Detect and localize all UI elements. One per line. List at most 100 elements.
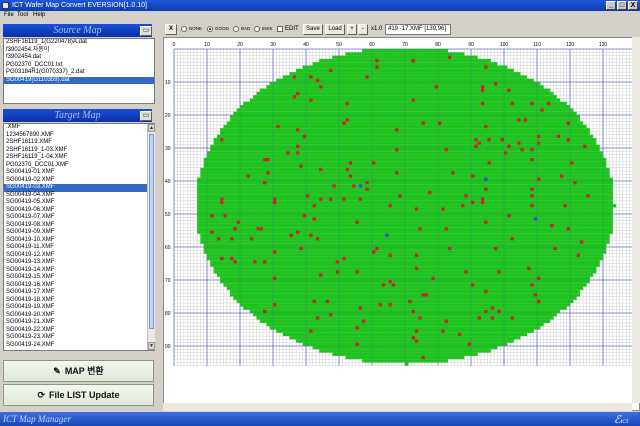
map-toolbar: X NONE GOOD BAD INKE EDIT Save Load + - …	[163, 23, 640, 36]
menu-tool[interactable]: Tool	[17, 11, 28, 20]
x-tick-label: 10	[204, 42, 210, 48]
wafer-map-canvas[interactable]: 0 10 20 30 40 50 60 70 80 90 100 110 120 130 10 20 30 40 5…	[164, 38, 633, 404]
radio-good[interactable]	[207, 26, 213, 32]
wafer-map-view[interactable]: 0 10 20 30 40 50 60 70 80 90 100 110 120 130 10 20 30 40 5…	[163, 37, 640, 411]
list-item[interactable]: f3902454.자동이	[4, 47, 154, 55]
y-tick-label: 30	[165, 146, 171, 152]
map-convert-label: MAP 변환	[64, 366, 104, 376]
list-item[interactable]: SG00419-04.XMF	[4, 192, 154, 200]
map-convert-button[interactable]: ✎ MAP 변환	[3, 360, 154, 382]
list-item[interactable]: SG00419-11.XMF	[4, 244, 154, 252]
x-tick-label: 110	[533, 42, 541, 48]
list-item[interactable]: SG00419-07.XMF	[4, 214, 154, 222]
radio-none[interactable]	[181, 26, 187, 32]
close-button[interactable]: X	[628, 1, 638, 10]
x-tick-label: 20	[237, 42, 243, 48]
scroll-thumb[interactable]	[149, 134, 154, 329]
list-item[interactable]: SG00419-17.XMF	[4, 289, 154, 297]
radio-inke-label: INKE	[262, 26, 273, 31]
file-list-update-label: File LIST Update	[49, 390, 120, 400]
status-text: ICT Map Manager	[3, 414, 71, 424]
x-tick-label: 130	[599, 42, 608, 48]
x-tick-label: 60	[369, 42, 375, 48]
y-tick-label: 90	[165, 344, 171, 350]
menu-help[interactable]: Help	[33, 11, 45, 20]
list-item[interactable]: SG00419-23.XMF	[4, 334, 154, 342]
edit-checkbox[interactable]	[277, 26, 283, 32]
menu-file[interactable]: File	[4, 11, 14, 20]
map-icon: ✎	[53, 366, 61, 376]
map-vertical-scrollbar[interactable]	[632, 37, 640, 403]
save-button[interactable]: Save	[303, 24, 323, 35]
x-tick-label: 30	[270, 42, 276, 48]
radio-none-label: NONE	[189, 26, 203, 31]
list-item[interactable]: SG00419-19.XMF	[4, 304, 154, 312]
list-item[interactable]: SG00419-22.XMF	[4, 327, 154, 335]
file-list-update-button[interactable]: ⟳ File LIST Update	[3, 384, 154, 406]
radio-good-label: GOOD	[215, 26, 229, 31]
list-item[interactable]: f3902454.dat	[4, 54, 154, 62]
list-item[interactable]: SG00419-18.XMF	[4, 297, 154, 305]
list-item[interactable]: 1234567890.XMF	[4, 132, 154, 140]
zoom-in-button[interactable]: +	[347, 24, 357, 35]
edit-label: EDIT	[285, 26, 299, 32]
map-horizontal-scrollbar[interactable]	[163, 403, 632, 411]
scroll-up-icon[interactable]: ▲	[148, 124, 155, 132]
list-item[interactable]: SG00419-16.XMF	[4, 282, 154, 290]
radio-bad[interactable]	[233, 26, 239, 32]
source-map-list[interactable]: 2SHF16119_1(G220478)A.dat f3902454.자동이 f39…	[3, 38, 155, 104]
list-item[interactable]: SG00419-15.XMF	[4, 274, 154, 282]
list-item[interactable]: SG00419-03.XMF	[4, 184, 154, 192]
list-item[interactable]: 2SHF16119.XMF	[4, 139, 154, 147]
list-item[interactable]: SG00419-06.XMF	[4, 207, 154, 215]
y-tick-label: 70	[165, 278, 171, 284]
zoom-out-button[interactable]: -	[358, 24, 368, 35]
list-item[interactable]: SG00419-20.XMF	[4, 312, 154, 320]
target-folder-button[interactable]: ▭	[140, 111, 152, 121]
list-item[interactable]: SG00419-08.XMF	[4, 222, 154, 230]
list-item[interactable]: SG00419-24.XMF	[4, 342, 154, 350]
list-item[interactable]: PG02370_DCC01.txt	[4, 62, 154, 70]
list-item[interactable]: SG00419-09.XMF	[4, 229, 154, 237]
source-map-header: Source Map	[3, 24, 152, 37]
list-item[interactable]: 2SHF16119_1(G220478)A.dat	[4, 39, 154, 47]
window-title: ICT Wafer Map Convert EVERSION[1.0.10]	[12, 2, 147, 9]
folder-icon: ▭	[142, 112, 150, 119]
load-button[interactable]: Load	[325, 24, 345, 35]
radio-inke[interactable]	[254, 26, 260, 32]
list-item[interactable]: SG00419-01.XMF	[4, 169, 154, 177]
target-list-scrollbar[interactable]: ▲ ▼	[147, 124, 155, 350]
list-item[interactable]: PG03184R1(G070337)_2.dat	[4, 69, 154, 77]
x-tick-label: 70	[402, 42, 408, 48]
y-tick-label: 10	[165, 80, 171, 86]
list-item[interactable]: 2SHF16119_1-04.XMF	[4, 154, 154, 162]
source-folder-button[interactable]: ▭	[140, 26, 152, 36]
list-item[interactable]: SG00419-02.XMF	[4, 177, 154, 185]
target-map-list[interactable]: .XMF 1234567890.XMF 2SHF16119.XMF 2SHF16119…	[3, 123, 155, 351]
maximize-button[interactable]: □	[617, 1, 627, 10]
list-item[interactable]: PG02370_DCC01.XMF	[4, 162, 154, 170]
file-info-field: 419 -17.XMF [139,96]	[385, 24, 451, 35]
list-item[interactable]: .XMF	[4, 124, 154, 132]
list-item[interactable]: SG00419-14.XMF	[4, 267, 154, 275]
minimize-button[interactable]: _	[606, 1, 616, 10]
wafer-dies	[197, 49, 617, 366]
list-item[interactable]: SG00419-05.XMF	[4, 199, 154, 207]
list-item[interactable]: SG00419-21.XMF	[4, 319, 154, 327]
list-item[interactable]: SG00419-10.XMF	[4, 237, 154, 245]
list-item[interactable]: 2SHF16119_1-03.XMF	[4, 147, 154, 155]
title-bar: ICT Wafer Map Convert EVERSION[1.0.10] _…	[0, 0, 640, 11]
x-tick-label: 0	[173, 42, 176, 48]
target-map-header: Target Map	[3, 109, 152, 122]
y-tick-label: 60	[165, 245, 171, 251]
list-item[interactable]: SG00419-13.XMF	[4, 259, 154, 267]
list-item[interactable]: SG00419-12.XMF	[4, 252, 154, 260]
y-tick-label: 20	[165, 113, 171, 119]
x-tick-label: 40	[303, 42, 309, 48]
list-item[interactable]: SG00419(G110359).dat	[4, 76, 154, 84]
x-tick-label: 50	[336, 42, 342, 48]
scroll-down-icon[interactable]: ▼	[148, 342, 155, 350]
x-tick-label: 80	[435, 42, 441, 48]
close-map-button[interactable]: X	[165, 24, 177, 35]
refresh-icon: ⟳	[37, 390, 46, 400]
